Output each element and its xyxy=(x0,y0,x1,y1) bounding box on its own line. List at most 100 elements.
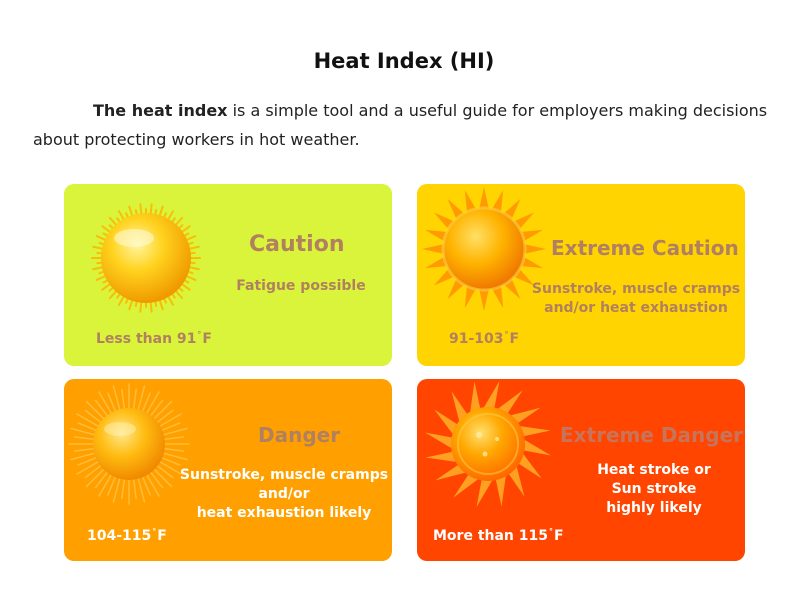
sun-ray xyxy=(76,460,101,475)
effect-line: Sun stroke xyxy=(611,481,697,497)
sun-ray xyxy=(84,463,103,479)
sun-ray xyxy=(482,381,500,411)
sun-ray xyxy=(149,203,153,216)
intro-paragraph: The heat index is a simple tool and a us… xyxy=(33,96,793,154)
sun-ray xyxy=(167,210,174,221)
sun-ray xyxy=(92,266,104,271)
effect-extreme-caution: Sunstroke, muscle cramps and/or heat exh… xyxy=(527,280,745,318)
sun-ray xyxy=(98,391,113,416)
sun-icon xyxy=(90,202,202,314)
degree-mark: ° xyxy=(152,527,157,536)
range-value: 104-115 xyxy=(87,528,152,544)
sun-ray xyxy=(98,472,113,497)
effect-extreme-danger: Heat stroke or Sun stroke highly likely xyxy=(579,461,729,518)
range-extreme-danger: More than 115°F xyxy=(433,527,564,544)
degree-mark: ° xyxy=(504,330,509,339)
range-unit: F xyxy=(202,331,212,347)
sun-ray xyxy=(185,235,197,242)
sun-ray xyxy=(188,266,200,271)
sun-ray xyxy=(148,470,164,489)
intro-bold-term: The heat index xyxy=(93,101,228,120)
range-unit: F xyxy=(157,528,167,544)
sun-ray xyxy=(118,295,125,306)
effect-line: Fatigue possible xyxy=(236,278,366,294)
sun-ray xyxy=(180,225,191,234)
sun-icon xyxy=(423,379,553,509)
effect-line: Sunstroke, muscle cramps xyxy=(531,281,741,297)
sun-ray xyxy=(521,438,551,456)
sun-ray xyxy=(121,388,126,412)
sun-ray xyxy=(128,205,134,218)
card-caution: Caution Fatigue possible Less than 91°F xyxy=(64,184,392,366)
sun-ray xyxy=(95,235,107,242)
sun-ray xyxy=(180,282,191,291)
range-value: 91-103 xyxy=(449,331,504,347)
sun-ray xyxy=(185,274,197,281)
effect-line: and/or xyxy=(258,486,310,502)
sun-ray xyxy=(101,225,112,234)
sun-ray xyxy=(73,436,97,441)
sun-ray xyxy=(161,447,185,452)
range-unit: F xyxy=(554,528,564,544)
sun-ray xyxy=(95,274,107,281)
sun-ray xyxy=(92,245,104,250)
sun-ray xyxy=(158,298,164,311)
sun-ray xyxy=(158,205,164,218)
sun-ray xyxy=(174,289,184,300)
sun-ray xyxy=(94,470,110,489)
effect-line: Sunstroke, muscle cramps xyxy=(179,467,389,483)
sun-ray xyxy=(425,432,455,450)
sun-ray xyxy=(174,216,184,227)
effect-line: and/or heat exhaustion xyxy=(544,300,728,316)
range-extreme-caution: 91-103°F xyxy=(449,330,519,347)
level-extreme-danger: Extreme Danger xyxy=(560,423,743,447)
sun-ray xyxy=(145,391,160,416)
sun-ray xyxy=(149,300,153,313)
sun-ray xyxy=(108,216,118,227)
effect-line: heat exhaustion likely xyxy=(196,505,372,521)
effect-line: highly likely xyxy=(606,500,702,516)
effect-line: Heat stroke or xyxy=(597,462,711,478)
range-value: More than 115 xyxy=(433,528,548,544)
sun-ray xyxy=(152,467,173,488)
sun-ray xyxy=(157,413,182,428)
level-extreme-caution: Extreme Caution xyxy=(551,236,739,260)
sun-ray xyxy=(94,399,110,418)
sun-ray xyxy=(188,245,200,250)
sun-icon xyxy=(68,383,190,505)
sun-ray xyxy=(145,472,160,497)
sun-ray xyxy=(73,447,97,452)
sun-ray xyxy=(118,210,125,221)
level-caution: Caution xyxy=(249,232,345,257)
card-extreme-danger: Extreme Danger Heat stroke or Sun stroke… xyxy=(417,379,745,561)
sun-ray xyxy=(84,409,103,425)
sun-ray xyxy=(132,476,137,500)
sun-ray xyxy=(121,476,126,500)
range-value: Less than 91 xyxy=(96,331,197,347)
sun-ray xyxy=(85,467,106,488)
sun-ray xyxy=(132,388,137,412)
card-extreme-caution: Extreme Caution Sunstroke, muscle cramps… xyxy=(417,184,745,366)
sun-ray xyxy=(139,203,143,216)
sun-ray xyxy=(167,295,174,306)
degree-mark: ° xyxy=(197,330,202,339)
sun-ray xyxy=(101,282,112,291)
sun-ray xyxy=(476,477,494,507)
degree-mark: ° xyxy=(549,527,553,536)
sun-ray xyxy=(85,400,106,421)
sun-ray xyxy=(76,413,101,428)
sun-ray xyxy=(155,409,174,425)
sun-ray xyxy=(108,289,118,300)
level-danger: Danger xyxy=(258,423,341,447)
sun-ray xyxy=(128,298,134,311)
sun-ray xyxy=(155,463,174,479)
effect-danger: Sunstroke, muscle cramps and/or heat exh… xyxy=(176,466,392,523)
range-unit: F xyxy=(509,331,520,347)
card-danger: Danger Sunstroke, muscle cramps and/or h… xyxy=(64,379,392,561)
sun-ray xyxy=(139,300,143,313)
sun-ray xyxy=(161,436,185,441)
effect-caution: Fatigue possible xyxy=(226,277,376,296)
range-danger: 104-115°F xyxy=(87,527,167,544)
sun-ray xyxy=(152,400,173,421)
page-title: Heat Index (HI) xyxy=(313,49,495,73)
